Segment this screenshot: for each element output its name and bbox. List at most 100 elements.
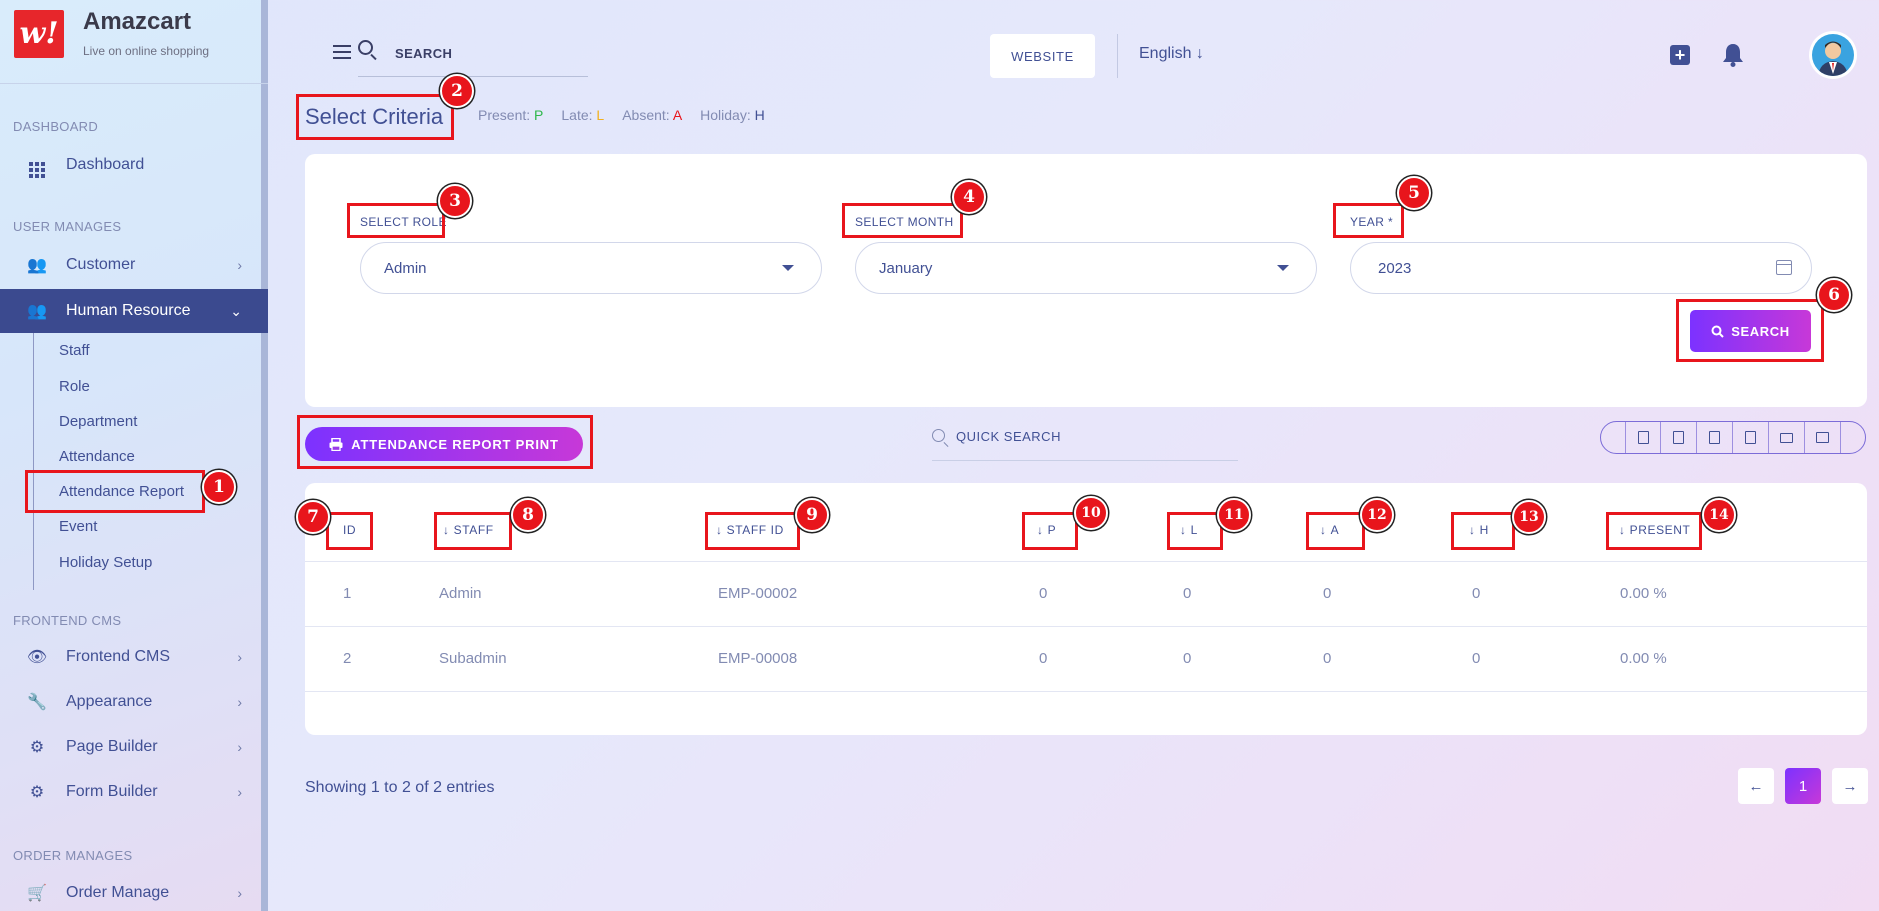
sidebar-item-human-resource[interactable]: 👥 Human Resource ⌄ (0, 289, 268, 333)
cell-l: 0 (1183, 585, 1192, 602)
language-select[interactable]: English ↓ (1139, 45, 1204, 63)
annotation-box (1333, 203, 1404, 238)
row-divider (305, 561, 1867, 562)
annotation-box (842, 203, 963, 238)
annotation-badge-3: 3 (438, 184, 472, 218)
cart-icon: 🛒 (27, 885, 47, 902)
year-input[interactable]: 2023 (1350, 242, 1812, 294)
chevron-right-icon: › (237, 784, 242, 800)
annotation-badge-13: 13 (1512, 500, 1546, 534)
brand-name[interactable]: Amazcart (83, 8, 191, 36)
plus-square-icon[interactable]: + (1670, 45, 1690, 65)
annotation-box (1306, 512, 1365, 550)
chevron-right-icon: › (237, 739, 242, 755)
brand-logo[interactable]: w! (14, 10, 64, 58)
cell-staff-id: EMP-00008 (718, 650, 798, 667)
chevron-right-icon: › (237, 257, 242, 273)
annotation-box (1606, 512, 1702, 550)
annotation-badge-6: 6 (1817, 278, 1851, 312)
row-divider (305, 691, 1867, 692)
cogs-icon: ⚙ (29, 739, 45, 756)
sidebar-item-label: Frontend CMS (66, 648, 171, 665)
quick-search-input[interactable]: QUICK SEARCH (956, 429, 1061, 444)
sidebar-subitem-department[interactable]: Department (59, 413, 137, 430)
sidebar-subitem-role[interactable]: Role (59, 378, 90, 395)
legend-absent: Absent: A (622, 107, 683, 123)
cell-present: 0.00 % (1620, 585, 1667, 602)
pdf-icon[interactable] (1733, 422, 1769, 453)
sidebar: w! Amazcart Live on online shopping DASH… (0, 0, 268, 911)
prev-page-button[interactable]: ← (1738, 768, 1774, 804)
next-page-button[interactable]: → (1832, 768, 1868, 804)
top-search-input[interactable]: SEARCH (395, 46, 452, 61)
annotation-badge-8: 8 (511, 498, 545, 532)
sidebar-item-label: Appearance (66, 693, 153, 710)
divider (0, 83, 268, 84)
calendar-icon[interactable] (1776, 260, 1792, 275)
sidebar-item-label: Form Builder (66, 783, 158, 800)
cell-id: 2 (343, 650, 352, 667)
csv-icon[interactable] (1697, 422, 1733, 453)
sidebar-item-label: Order Manage (66, 884, 170, 901)
cell-p: 0 (1039, 650, 1048, 667)
print-icon[interactable] (1769, 422, 1805, 453)
caret-down-icon (782, 265, 794, 271)
wrench-icon: 🔧 (27, 694, 47, 711)
sidebar-item-dashboard[interactable]: Dashboard (0, 143, 268, 187)
sidebar-item-customer[interactable]: 👥 Customer › (0, 243, 268, 287)
cell-staff-id: EMP-00002 (718, 585, 798, 602)
cell-p: 0 (1039, 585, 1048, 602)
avatar[interactable] (1809, 31, 1857, 79)
annotation-box (1451, 512, 1515, 550)
month-select[interactable]: January (855, 242, 1317, 294)
annotation-badge-7: 7 (296, 500, 330, 534)
copy-icon[interactable] (1625, 422, 1661, 453)
user-avatar-icon (1818, 41, 1848, 76)
caret-down-icon (1277, 265, 1289, 271)
quick-search-underline (932, 460, 1238, 461)
cell-staff: Admin (439, 585, 482, 602)
cell-id: 1 (343, 585, 352, 602)
sidebar-item-frontend-cms[interactable]: 👁 Frontend CMS › (0, 635, 268, 679)
excel-icon[interactable] (1661, 422, 1697, 453)
legend-late: Late: L (561, 107, 605, 123)
cell-staff: Subadmin (439, 650, 507, 667)
website-button[interactable]: WEBSITE (990, 34, 1095, 78)
sidebar-item-appearance[interactable]: 🔧 Appearance › (0, 680, 268, 724)
page-1-button[interactable]: 1 (1785, 768, 1821, 804)
year-value: 2023 (1378, 259, 1412, 277)
sidebar-item-order-manage[interactable]: 🛒 Order Manage › (0, 871, 268, 911)
table-info: Showing 1 to 2 of 2 entries (305, 779, 495, 796)
legend-present: Present: P (478, 107, 544, 123)
sidebar-subitem-holiday-setup[interactable]: Holiday Setup (59, 554, 152, 571)
annotation-box (326, 512, 373, 550)
month-value: January (879, 259, 933, 277)
row-divider (305, 626, 1867, 627)
annotation-box (296, 94, 454, 140)
search-icon[interactable] (358, 40, 373, 55)
annotation-badge-9: 9 (795, 498, 829, 532)
sidebar-subitem-event[interactable]: Event (59, 518, 97, 535)
eye-icon: 👁 (26, 649, 48, 666)
annotation-box (25, 470, 205, 513)
annotation-badge-5: 5 (1397, 176, 1431, 210)
cell-present: 0.00 % (1620, 650, 1667, 667)
sidebar-item-page-builder[interactable]: ⚙ Page Builder › (0, 725, 268, 769)
annotation-badge-10: 10 (1074, 496, 1108, 530)
annotation-badge-11: 11 (1217, 498, 1251, 532)
cell-a: 0 (1323, 650, 1332, 667)
sidebar-item-form-builder[interactable]: ⚙ Form Builder › (0, 770, 268, 814)
columns-icon[interactable] (1805, 422, 1841, 453)
hamburger-menu-icon[interactable] (333, 45, 351, 59)
annotation-box (1022, 512, 1078, 550)
sidebar-subitem-staff[interactable]: Staff (59, 342, 90, 359)
sidebar-item-label: Page Builder (66, 738, 158, 755)
sidebar-subitem-attendance[interactable]: Attendance (59, 448, 135, 465)
role-value: Admin (384, 259, 427, 277)
cell-h: 0 (1472, 585, 1481, 602)
cogs-icon: ⚙ (29, 784, 45, 801)
bell-icon[interactable] (1722, 43, 1744, 67)
annotation-box (297, 415, 593, 469)
chevron-right-icon: › (237, 885, 242, 901)
role-select[interactable]: Admin (360, 242, 822, 294)
